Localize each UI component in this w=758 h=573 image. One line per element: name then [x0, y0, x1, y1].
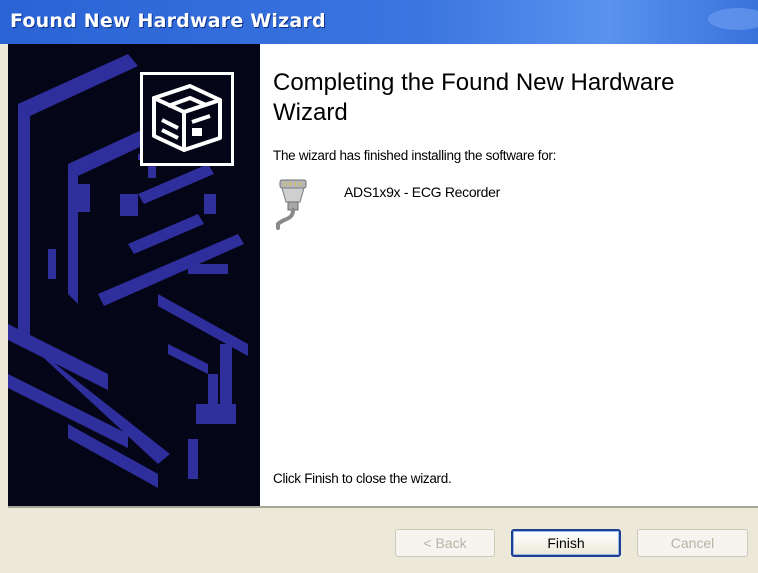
window-left-border — [0, 44, 8, 573]
status-message: The wizard has finished installing the s… — [273, 148, 557, 163]
finish-button[interactable]: Finish — [511, 529, 621, 557]
serial-port-icon — [276, 179, 307, 230]
hardware-install-icon — [140, 72, 234, 166]
wizard-side-banner — [8, 44, 260, 506]
back-button[interactable]: < Back — [395, 529, 495, 557]
cancel-button[interactable]: Cancel — [637, 529, 748, 557]
button-bar: < Back Finish Cancel — [8, 508, 758, 573]
finish-instruction: Click Finish to close the wizard. — [273, 471, 452, 486]
title-bar[interactable]: Found New Hardware Wizard — [0, 0, 758, 44]
title-bar-highlight — [708, 8, 758, 30]
wizard-window: Found New Hardware Wizard Completing the… — [0, 0, 758, 573]
window-title: Found New Hardware Wizard — [10, 10, 326, 32]
wizard-content: Completing the Found New Hardware Wizard… — [260, 44, 758, 506]
device-name: ADS1x9x - ECG Recorder — [344, 184, 501, 200]
page-title: Completing the Found New Hardware Wizard — [273, 69, 675, 126]
